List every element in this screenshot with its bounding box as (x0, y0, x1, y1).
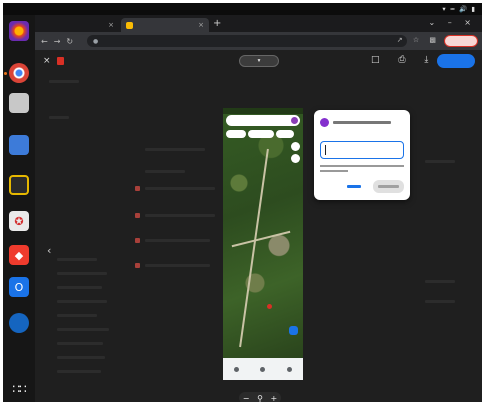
app-grid-icon[interactable]: ∷∷ (9, 379, 29, 399)
file-title (68, 57, 158, 65)
saved-icon (287, 366, 293, 372)
user-avatar (320, 118, 329, 127)
comment-author (333, 121, 391, 124)
cancel-button[interactable] (344, 181, 364, 192)
comment-input[interactable] (320, 141, 404, 159)
outlook-icon[interactable]: O (9, 277, 29, 297)
back-icon[interactable]: ← (41, 37, 48, 46)
window-controls[interactable]: ⌄ – × (429, 18, 477, 27)
reload-icon[interactable]: ↻ (66, 37, 73, 46)
document-viewer-icon[interactable] (9, 135, 29, 155)
phone-status-bar (223, 108, 303, 114)
previous-file-icon[interactable]: ‹ (47, 244, 51, 257)
map-pin-icon (267, 304, 272, 309)
profile-avatar-icon (291, 117, 298, 124)
anydesk-icon[interactable]: ◆ (9, 245, 29, 265)
image-file-icon (57, 57, 64, 65)
comment-popup (314, 110, 410, 200)
go-icon (260, 366, 266, 372)
tab-1[interactable]: × (39, 18, 119, 32)
explore-icon (233, 366, 239, 372)
compass-icon (291, 154, 300, 163)
comment-hint (320, 165, 404, 167)
site-info-icon[interactable]: ● (93, 38, 98, 45)
comment-button[interactable] (373, 180, 404, 193)
browser-toolbar: ← → ↻ ● ↗ ☆ ▩ (35, 32, 482, 50)
app-icon[interactable] (9, 313, 29, 333)
close-icon[interactable]: × (43, 56, 51, 66)
tab-2-active[interactable]: × (121, 18, 209, 32)
directions-icon (289, 326, 298, 335)
system-top-bar: ▾ ≈ 🔊 ▮ (3, 3, 482, 15)
system-tray[interactable]: ▾ ≈ 🔊 ▮ (442, 5, 476, 13)
running-indicator (4, 72, 7, 75)
zoom-in-icon[interactable]: + (271, 394, 278, 403)
forward-icon[interactable]: → (54, 37, 61, 46)
files-icon[interactable] (9, 93, 29, 113)
maps-chip (226, 130, 246, 138)
maps-chip (248, 130, 274, 138)
chrome-icon[interactable] (9, 63, 29, 83)
close-tab-icon[interactable]: × (198, 21, 204, 29)
maps-chip (276, 130, 294, 138)
address-bar[interactable]: ● (87, 35, 407, 47)
share-button[interactable] (437, 54, 475, 68)
layers-icon (291, 142, 300, 151)
security-shield-icon[interactable] (9, 175, 29, 195)
new-tab-icon[interactable]: + (213, 18, 221, 29)
zoom-out-icon[interactable]: − (243, 394, 250, 403)
tab-strip: × × + ⌄ – × (35, 15, 482, 32)
comment-hint (320, 170, 348, 172)
drive-favicon-icon (126, 21, 133, 29)
zoom-controls: − ⚲ + (239, 392, 281, 402)
zoom-magnifier-icon: ⚲ (257, 393, 263, 403)
desktop-frame: ▾ ≈ 🔊 ▮ ✪ ◆ O ∷∷ × × + ⌄ – × ← → ↻ ● ↗ ☆… (3, 3, 482, 402)
profile-chip[interactable] (444, 35, 478, 47)
viewer-toolbar: × ▾ □ ⎙ ⤓ ⋮ (35, 50, 482, 72)
pdf-icon[interactable]: ✪ (9, 211, 29, 231)
maps-bottom-nav (223, 358, 303, 380)
close-tab-icon[interactable]: × (108, 21, 114, 29)
ubuntu-dock: ✪ ◆ O ∷∷ (3, 15, 35, 402)
drive-image-viewer: × ▾ □ ⎙ ⤓ ⋮ ‹ − ⚲ + (35, 50, 482, 402)
maps-search-bar (226, 115, 300, 126)
open-with-button[interactable]: ▾ (239, 55, 279, 67)
firefox-icon[interactable] (9, 21, 29, 41)
toolbar-icons[interactable]: ↗ ☆ ▩ (397, 36, 440, 44)
chrome-window: × × + ⌄ – × ← → ↻ ● ↗ ☆ ▩ × ▾ □ ⎙ ⤓ ⋮ ‹ … (35, 15, 482, 402)
phone-screenshot-image (223, 108, 303, 380)
